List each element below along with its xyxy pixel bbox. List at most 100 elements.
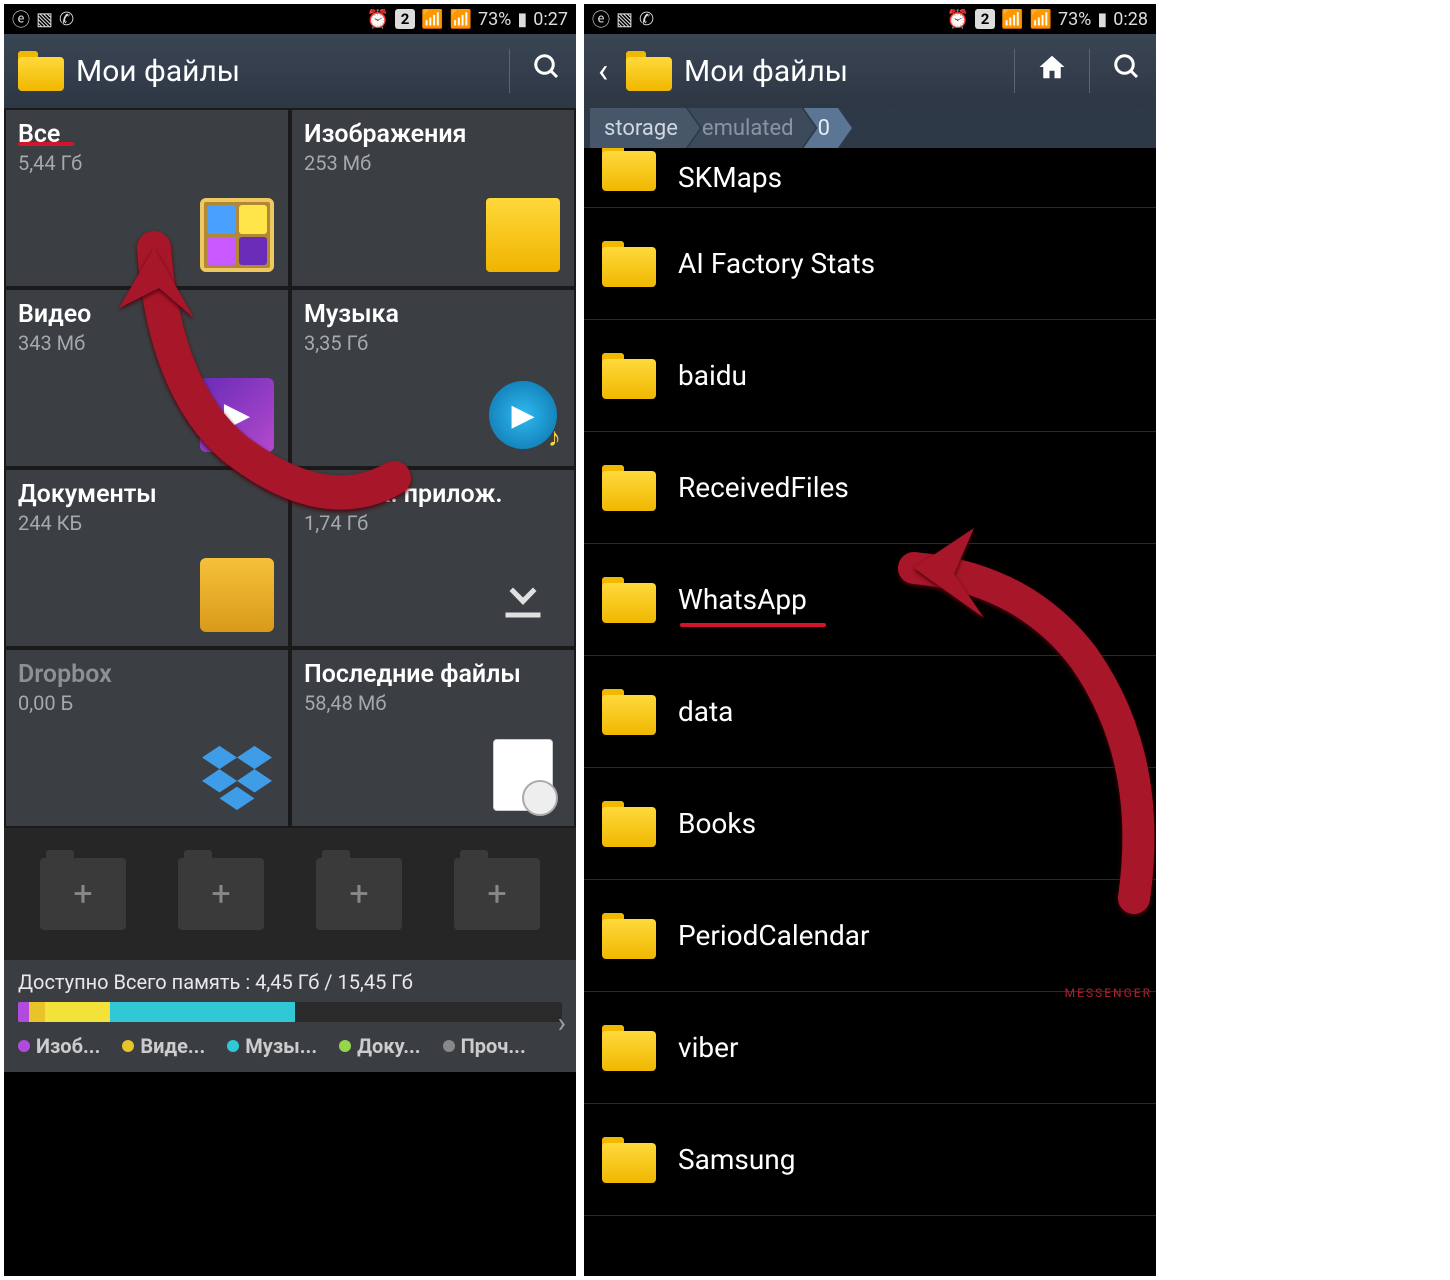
battery-text: 73% bbox=[1058, 9, 1091, 30]
annotation-underline bbox=[680, 623, 826, 627]
tile-downloads[interactable]: Загруж. прилож. 1,74 Гб bbox=[292, 470, 574, 646]
tile-title: Музыка bbox=[304, 300, 562, 329]
divider bbox=[1014, 49, 1015, 93]
folder-icon bbox=[602, 241, 656, 287]
tile-all[interactable]: Все 5,44 Гб bbox=[6, 110, 288, 286]
folder-name: WhatsApp bbox=[678, 583, 807, 616]
clock-text: 0:27 bbox=[533, 9, 568, 30]
folder-row[interactable]: ReceivedFiles bbox=[584, 432, 1156, 544]
phone-left: ⓔ ▧ ✆ ⏰ 2 📶 📶 73% ▮ 0:27 Мои файлы Все 5… bbox=[4, 4, 576, 1276]
status-bar: ⓔ ▧ ✆ ⏰ 2 📶 📶 73% ▮ 0:27 bbox=[4, 4, 576, 34]
tile-size: 5,44 Гб bbox=[18, 151, 276, 175]
action-bar: Мои файлы bbox=[4, 34, 576, 108]
dropbox-tile-icon bbox=[200, 738, 274, 812]
alarm-icon: ⏰ bbox=[947, 9, 969, 30]
page-title: Мои файлы bbox=[76, 54, 487, 89]
tile-size: 3,35 Гб bbox=[304, 331, 562, 355]
download-tile-icon bbox=[486, 558, 560, 632]
folder-name: Samsung bbox=[678, 1143, 795, 1176]
folder-row[interactable]: viber bbox=[584, 992, 1156, 1104]
signal-icon: 📶 bbox=[421, 9, 443, 30]
docs-tile-icon bbox=[200, 558, 274, 632]
category-tiles: Все 5,44 Гб Изображения 253 Мб Видео 343… bbox=[4, 108, 576, 828]
folder-icon bbox=[602, 913, 656, 959]
tile-title: Документы bbox=[18, 480, 276, 509]
folder-list[interactable]: SKMaps AI Factory Stats baidu ReceivedFi… bbox=[584, 148, 1156, 1276]
tile-images[interactable]: Изображения 253 Мб bbox=[292, 110, 574, 286]
tile-title: Dropbox bbox=[18, 660, 276, 689]
signal-icon-2: 📶 bbox=[450, 9, 472, 30]
breadcrumb: storage emulated 0 bbox=[584, 108, 1156, 148]
folder-row[interactable]: Books bbox=[584, 768, 1156, 880]
tile-recent[interactable]: Последние файлы 58,48 Мб bbox=[292, 650, 574, 826]
add-shortcut-button[interactable]: + bbox=[178, 858, 264, 930]
tile-size: 343 Мб bbox=[18, 331, 276, 355]
recent-tile-icon bbox=[486, 738, 560, 812]
sim-badge: 2 bbox=[975, 9, 995, 29]
folder-row-whatsapp[interactable]: WhatsApp bbox=[584, 544, 1156, 656]
tile-documents[interactable]: Документы 244 КБ bbox=[6, 470, 288, 646]
back-button[interactable]: ‹ bbox=[598, 51, 614, 91]
tile-title: Видео bbox=[18, 300, 276, 329]
breadcrumb-item[interactable]: emulated bbox=[688, 108, 816, 148]
storage-text: Доступно Всего память : 4,45 Гб / 15,45 … bbox=[18, 970, 562, 994]
signal-icon: 📶 bbox=[1001, 9, 1023, 30]
app-folder-icon bbox=[626, 51, 672, 91]
folder-row[interactable]: SKMaps bbox=[584, 148, 1156, 208]
music-tile-icon: ▶ bbox=[486, 378, 560, 452]
folder-icon bbox=[602, 1137, 656, 1183]
battery-text: 73% bbox=[478, 9, 511, 30]
page-title: Мои файлы bbox=[684, 54, 992, 89]
add-shortcut-button[interactable]: + bbox=[316, 858, 402, 930]
picture-icon: ▧ bbox=[36, 9, 53, 30]
tile-music[interactable]: Музыка 3,35 Гб ▶ bbox=[292, 290, 574, 466]
action-bar: ‹ Мои файлы bbox=[584, 34, 1156, 108]
add-shortcut-button[interactable]: + bbox=[454, 858, 540, 930]
folder-name: baidu bbox=[678, 359, 747, 392]
folder-name: Books bbox=[678, 807, 756, 840]
battery-icon: ▮ bbox=[1097, 9, 1107, 30]
status-bar: ⓔ ▧ ✆ ⏰ 2 📶 📶 73% ▮ 0:28 bbox=[584, 4, 1156, 34]
folder-row[interactable]: Samsung bbox=[584, 1104, 1156, 1216]
edge-icon: ⓔ bbox=[592, 6, 610, 32]
sim-badge: 2 bbox=[395, 9, 415, 29]
picture-icon: ▧ bbox=[616, 9, 633, 30]
tile-title: Изображения bbox=[304, 120, 562, 149]
signal-icon-2: 📶 bbox=[1030, 9, 1052, 30]
add-shortcut-button[interactable]: + bbox=[40, 858, 126, 930]
breadcrumb-item[interactable]: storage bbox=[590, 108, 700, 148]
folder-name: SKMaps bbox=[678, 161, 782, 194]
folder-icon bbox=[602, 801, 656, 847]
tile-size: 1,74 Гб bbox=[304, 511, 562, 535]
phone-right: ⓔ ▧ ✆ ⏰ 2 📶 📶 73% ▮ 0:28 ‹ Мои файлы sto… bbox=[584, 4, 1156, 1276]
tile-title: Последние файлы bbox=[304, 660, 562, 689]
folder-icon bbox=[602, 689, 656, 735]
storage-legend: Изоб... Виде... Музы... Доку... Проч... bbox=[18, 1034, 562, 1058]
divider bbox=[509, 49, 510, 93]
phone-icon: ✆ bbox=[639, 9, 654, 30]
search-icon[interactable] bbox=[532, 52, 562, 90]
watermark: MESSENGER bbox=[1065, 986, 1152, 1000]
folder-row[interactable]: AI Factory Stats bbox=[584, 208, 1156, 320]
folder-row[interactable]: data bbox=[584, 656, 1156, 768]
home-icon[interactable] bbox=[1037, 52, 1067, 90]
folder-name: viber bbox=[678, 1031, 738, 1064]
folder-name: PeriodCalendar bbox=[678, 919, 869, 952]
folder-row[interactable]: PeriodCalendar bbox=[584, 880, 1156, 992]
folder-name: AI Factory Stats bbox=[678, 247, 875, 280]
tile-dropbox[interactable]: Dropbox 0,00 Б bbox=[6, 650, 288, 826]
shortcut-row: + + + + bbox=[4, 828, 576, 960]
folder-icon bbox=[602, 577, 656, 623]
folder-icon bbox=[602, 1025, 656, 1071]
storage-footer[interactable]: Доступно Всего память : 4,45 Гб / 15,45 … bbox=[4, 960, 576, 1072]
search-icon[interactable] bbox=[1112, 52, 1142, 90]
folder-row: baidu bbox=[584, 320, 1156, 432]
tile-video[interactable]: Видео 343 Мб ▶ bbox=[6, 290, 288, 466]
folder-name: ReceivedFiles bbox=[678, 471, 849, 504]
alarm-icon: ⏰ bbox=[367, 9, 389, 30]
annotation-underline bbox=[18, 142, 74, 146]
battery-icon: ▮ bbox=[517, 9, 527, 30]
video-tile-icon: ▶ bbox=[200, 378, 274, 452]
photo-tile-icon bbox=[486, 198, 560, 272]
phone-icon: ✆ bbox=[59, 9, 74, 30]
